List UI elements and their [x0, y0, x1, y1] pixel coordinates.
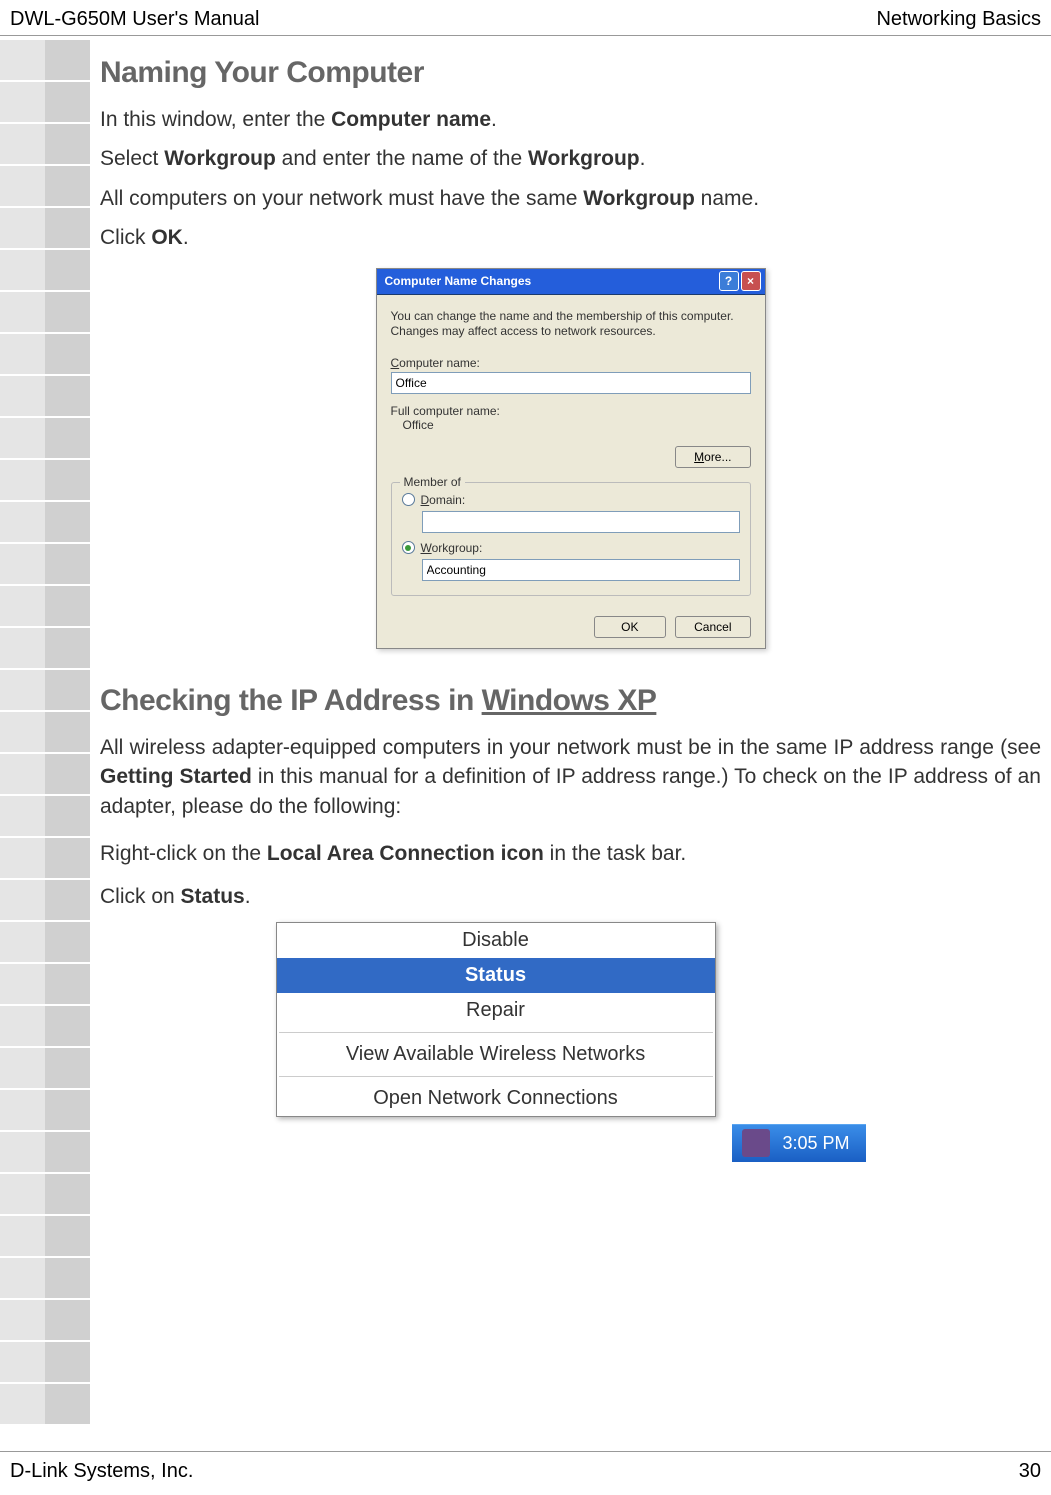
help-icon[interactable]: ? — [719, 271, 739, 291]
section-title-naming: Naming Your Computer — [100, 56, 1041, 90]
computer-name-label: Computer name: — [391, 356, 751, 370]
paragraph: Click OK. — [100, 223, 1041, 252]
paragraph: Select Workgroup and enter the name of t… — [100, 144, 1041, 173]
member-of-label: Member of — [400, 475, 465, 489]
full-computer-name-value: Office — [391, 418, 751, 432]
workgroup-label: Workgroup: — [421, 541, 483, 555]
header-chapter-title: Networking Basics — [876, 8, 1041, 31]
decorative-sidebar — [0, 40, 90, 1426]
cancel-button[interactable]: Cancel — [675, 616, 750, 638]
menu-item-disable[interactable]: Disable — [277, 923, 715, 958]
header-manual-title: DWL-G650M User's Manual — [10, 8, 259, 31]
dialog-description: You can change the name and the membersh… — [391, 309, 751, 340]
footer-page-number: 30 — [1019, 1460, 1041, 1483]
full-computer-name-label: Full computer name: — [391, 404, 751, 418]
menu-item-view-networks[interactable]: View Available Wireless Networks — [277, 1037, 715, 1072]
section-title-ip: Checking the IP Address in Windows XP — [100, 684, 1041, 718]
menu-item-status[interactable]: Status — [277, 958, 715, 993]
workgroup-input[interactable] — [422, 559, 740, 581]
taskbar-clock[interactable]: 3:05 PM — [732, 1124, 865, 1162]
menu-separator — [279, 1076, 713, 1077]
menu-item-open-connections[interactable]: Open Network Connections — [277, 1081, 715, 1116]
more-button[interactable]: More... — [675, 446, 750, 468]
domain-radio[interactable] — [402, 493, 415, 506]
tray-icon[interactable] — [742, 1129, 770, 1157]
paragraph: In this window, enter the Computer name. — [100, 105, 1041, 134]
close-icon[interactable]: × — [741, 271, 761, 291]
domain-label: Domain: — [421, 493, 466, 507]
computer-name-input[interactable] — [391, 372, 751, 394]
domain-input[interactable] — [422, 511, 740, 533]
dialog-titlebar[interactable]: Computer Name Changes ? × — [377, 269, 765, 295]
footer-company: D-Link Systems, Inc. — [10, 1460, 193, 1483]
ok-button[interactable]: OK — [594, 616, 666, 638]
paragraph: Right-click on the Local Area Connection… — [100, 839, 1041, 868]
computer-name-changes-dialog: Computer Name Changes ? × You can change… — [376, 268, 766, 649]
paragraph: Click on Status. — [100, 882, 1041, 911]
menu-item-repair[interactable]: Repair — [277, 993, 715, 1028]
dialog-title: Computer Name Changes — [385, 274, 532, 288]
paragraph: All wireless adapter-equipped computers … — [100, 733, 1041, 821]
member-of-group: Member of Domain: Workgroup: — [391, 482, 751, 596]
menu-separator — [279, 1032, 713, 1033]
context-menu: Disable Status Repair View Available Wir… — [276, 922, 716, 1117]
paragraph: All computers on your network must have … — [100, 184, 1041, 213]
workgroup-radio[interactable] — [402, 541, 415, 554]
